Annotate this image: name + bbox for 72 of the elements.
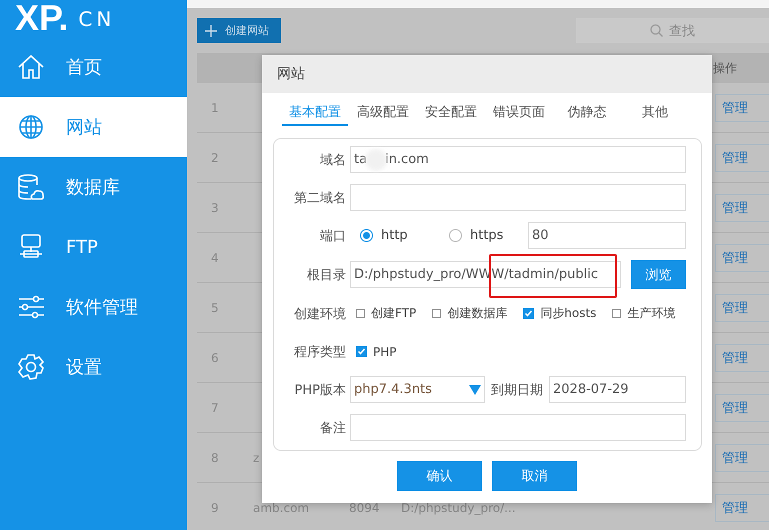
home-icon [16, 53, 46, 81]
field-label: 端口 [319, 228, 346, 244]
checkbox[interactable] [356, 309, 365, 318]
manage-button[interactable]: 管理 [715, 394, 769, 422]
sidebar-item[interactable]: 网站 [0, 97, 187, 157]
sidebar-item[interactable]: 设置 [0, 337, 187, 397]
checkbox-label: PHP [373, 344, 396, 358]
row-number: 4 [210, 250, 220, 264]
field-label: 第二域名 [293, 190, 346, 206]
dialog-title: 网站 [277, 65, 305, 83]
row-number: 1 [210, 100, 220, 114]
column-header: 操作 [713, 60, 738, 76]
table-cell-text: 8094 [349, 500, 381, 514]
checkbox-label: 生产环境 [627, 305, 676, 322]
manage-button[interactable]: 管理 [715, 444, 769, 472]
row-number: 7 [210, 400, 220, 414]
checkbox-label: 创建FTP [371, 305, 416, 322]
checkbox[interactable] [432, 309, 442, 318]
manage-button[interactable]: 管理 [715, 194, 769, 222]
radio-button[interactable]: http [360, 228, 435, 243]
dropdown-triangle-icon [469, 384, 481, 394]
manage-button[interactable]: 管理 [715, 294, 769, 322]
checkbox[interactable] [356, 346, 367, 357]
field-label: 程序类型 [293, 344, 346, 360]
second-domain-field[interactable] [350, 184, 686, 211]
search-field[interactable]: 查找 [576, 18, 769, 43]
checkbox-label: 创建数据库 [447, 305, 508, 322]
manage-button[interactable]: 管理 [715, 94, 769, 122]
field-label: 创建环境 [293, 306, 346, 322]
table-cell-text: amb.com [252, 500, 310, 514]
row-number: 9 [210, 500, 220, 514]
sidebar-item[interactable]: 数据库 [0, 157, 187, 217]
field-label: PHP版本 [294, 382, 346, 398]
globe-icon [16, 114, 46, 140]
checkbox[interactable] [612, 309, 622, 318]
radio-button[interactable]: https [449, 228, 524, 243]
logo-text: XP. [15, 1, 68, 35]
field-label: 备注 [319, 420, 346, 436]
checkbox-label: 同步hosts [540, 305, 596, 322]
manage-button[interactable]: 管理 [715, 244, 769, 272]
manage-button[interactable]: 管理 [715, 494, 769, 522]
note-field[interactable] [350, 414, 686, 441]
sidebar-item[interactable]: FTP [0, 217, 187, 277]
settings-icon [16, 353, 46, 381]
row-number: 2 [210, 150, 220, 164]
manage-button[interactable]: 管理 [715, 144, 769, 172]
row-number: 5 [210, 300, 220, 314]
domain-field[interactable]: ta in.com [350, 146, 686, 173]
php-version-select[interactable]: php7.4.3nts [350, 376, 485, 403]
field-label: 到期日期 [491, 382, 543, 398]
table-cell-text: D:/phpstudy_pro/... [401, 500, 517, 514]
dialog-button[interactable]: 取消 [492, 461, 577, 491]
field-label: 域名 [319, 152, 346, 168]
browse-button[interactable]: 浏览 [631, 260, 686, 289]
database-cloud-icon [16, 173, 46, 201]
manage-button[interactable]: 管理 [715, 344, 769, 372]
create-website-button[interactable]: 创建网站 [197, 18, 281, 43]
checkbox[interactable] [523, 308, 534, 319]
expiry-date-field[interactable]: 2028-07-29 [549, 376, 686, 403]
sidebar-item[interactable]: 首页 [0, 37, 187, 97]
search-icon [650, 24, 663, 37]
row-number: 6 [210, 350, 220, 364]
sliders-icon [16, 295, 46, 319]
row-number: 3 [210, 200, 220, 214]
row-number: 8 [210, 450, 220, 464]
sidebar-item[interactable]: 软件管理 [0, 277, 187, 337]
port-field[interactable]: 80 [528, 222, 686, 249]
dialog-button[interactable]: 确认 [397, 461, 482, 491]
table-cell-text: z [252, 450, 260, 464]
logo-suffix: CN [78, 7, 116, 31]
plus-icon [205, 24, 217, 36]
field-label: 根目录 [306, 266, 346, 284]
